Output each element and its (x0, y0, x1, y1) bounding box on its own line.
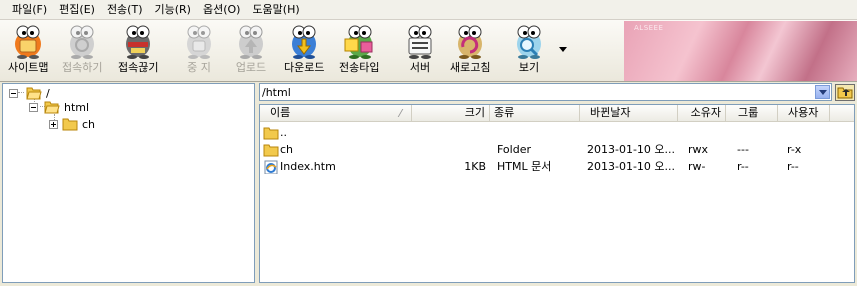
stop-icon (187, 25, 211, 59)
folder-open-icon (26, 87, 42, 100)
refresh-icon (458, 25, 483, 59)
column-type-label: 종류 (494, 106, 515, 119)
file-type: HTML 문서 (497, 160, 552, 173)
tree-node-ch[interactable]: ch (49, 116, 95, 132)
menu-function[interactable]: 기능(R) (148, 1, 196, 19)
file-name: ch (280, 143, 294, 156)
file-modified: 2013-01-10 오... (587, 143, 676, 156)
expand-icon[interactable] (49, 119, 58, 129)
menu-transfer[interactable]: 전송(T) (101, 1, 149, 19)
file-size: 1KB (464, 160, 486, 173)
download-label: 다운로드 (284, 61, 325, 74)
upload-icon (239, 25, 263, 59)
upload-label: 업로드 (235, 61, 267, 74)
connect-label: 접속하기 (62, 61, 103, 74)
column-name[interactable]: 이름 (260, 105, 412, 121)
stop-button[interactable]: 중 지 (182, 22, 216, 79)
menu-options[interactable]: 옵션(O) (197, 1, 246, 19)
transfer-type-button[interactable]: 전송타입 (339, 22, 379, 79)
file-name: .. (280, 126, 287, 139)
file-owner-perm: rw- (688, 160, 706, 173)
tree-node-html[interactable]: html (29, 99, 89, 115)
menu-help[interactable]: 도움말(H) (246, 1, 305, 19)
column-type[interactable]: 종류 (490, 105, 580, 121)
menu-edit[interactable]: 편집(E) (53, 1, 101, 19)
upload-button[interactable]: 업로드 (234, 22, 268, 79)
banner-image: ALSEEE (624, 21, 857, 81)
column-group[interactable]: 그룹 (726, 105, 778, 121)
view-icon (517, 25, 541, 59)
server-icon (408, 25, 432, 59)
column-name-label: 이름 (270, 106, 291, 119)
stop-label: 중 지 (187, 61, 211, 74)
transfer-type-label: 전송타입 (339, 61, 380, 74)
disconnect-button[interactable]: 접속끊기 (118, 22, 158, 79)
sitemap-button[interactable]: 사이트맵 (8, 22, 48, 79)
connect-button[interactable]: 접속하기 (62, 22, 102, 79)
sort-indicator-icon (397, 109, 411, 117)
tree-label: html (64, 100, 90, 114)
file-row-parent[interactable]: .. (260, 124, 854, 141)
folder-open-icon (44, 101, 60, 114)
path-combobox[interactable] (259, 83, 832, 101)
menu-file[interactable]: 파일(F) (6, 1, 53, 19)
server-button[interactable]: 서버 (403, 22, 437, 79)
download-button[interactable]: 다운로드 (284, 22, 324, 79)
file-list-header: 이름 크기 종류 바뀐날자 소유자 그룹 사용자 (260, 105, 854, 122)
collapse-icon[interactable] (9, 88, 18, 98)
tree-label: / (46, 86, 50, 100)
refresh-label: 새로고침 (450, 61, 491, 74)
transfer-type-icon (344, 25, 373, 59)
file-user-perm: r-x (787, 143, 802, 156)
path-input[interactable] (260, 84, 815, 100)
collapse-icon[interactable] (29, 102, 38, 112)
column-group-label: 그룹 (738, 106, 759, 119)
file-group-perm: --- (737, 143, 749, 156)
menu-bar: 파일(F) 편집(E) 전송(T) 기능(R) 옵션(O) 도움말(H) (0, 0, 857, 20)
folder-icon (263, 127, 279, 140)
column-user[interactable]: 사용자 (778, 105, 830, 121)
folder-icon (62, 118, 78, 131)
column-size[interactable]: 크기 (412, 105, 490, 121)
folder-tree[interactable]: / html ch (2, 83, 255, 283)
file-name: Index.htm (280, 160, 336, 173)
file-list[interactable]: 이름 크기 종류 바뀐날자 소유자 그룹 사용자 .. ch Folder 20… (259, 104, 855, 283)
column-modified-label: 바뀐날자 (590, 106, 631, 119)
banner-text: ALSEEE (634, 24, 664, 32)
file-size (412, 141, 486, 158)
html-file-icon (264, 160, 278, 174)
file-type: Folder (497, 143, 531, 156)
file-owner-perm: rwx (688, 143, 709, 156)
column-owner-label: 소유자 (690, 106, 721, 119)
download-icon (292, 25, 317, 59)
folder-up-icon (837, 87, 853, 99)
sitemap-icon (15, 25, 42, 59)
connect-icon (70, 25, 95, 59)
view-label: 보기 (518, 61, 540, 74)
dropdown-arrow-icon[interactable] (556, 42, 570, 56)
server-label: 서버 (409, 61, 431, 74)
column-owner[interactable]: 소유자 (678, 105, 726, 121)
file-row-ch[interactable]: ch Folder 2013-01-10 오... rwx --- r-x (260, 141, 854, 158)
tree-label: ch (82, 117, 96, 131)
folder-icon (263, 144, 279, 157)
parent-folder-button[interactable] (835, 84, 855, 101)
sitemap-label: 사이트맵 (8, 61, 49, 74)
column-user-label: 사용자 (788, 106, 819, 119)
view-button[interactable]: 보기 (512, 22, 546, 79)
file-row-index[interactable]: Index.htm 1KB HTML 문서 2013-01-10 오... rw… (260, 158, 854, 175)
disconnect-label: 접속끊기 (118, 61, 159, 74)
column-modified[interactable]: 바뀐날자 (580, 105, 678, 121)
refresh-button[interactable]: 새로고침 (450, 22, 490, 79)
file-group-perm: r-- (737, 160, 749, 173)
file-user-perm: r-- (787, 160, 799, 173)
file-modified: 2013-01-10 오... (587, 160, 676, 173)
disconnect-icon (126, 25, 151, 59)
column-size-label: 크기 (464, 106, 485, 119)
path-dropdown-icon[interactable] (815, 85, 830, 99)
